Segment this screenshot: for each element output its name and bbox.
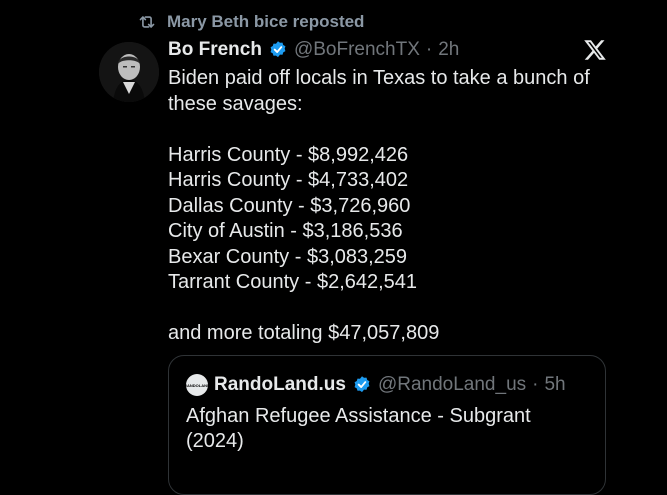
- separator-dot: ·: [425, 39, 433, 60]
- tweet-line: Harris County - $8,992,426: [168, 143, 409, 166]
- quoted-author-handle[interactable]: @RandoLand_us: [378, 374, 526, 396]
- tweet-intro: Biden paid off locals in Texas to take a…: [168, 67, 590, 115]
- author-avatar[interactable]: [99, 42, 159, 102]
- quoted-tweet-text: Afghan Refugee Assistance - Subgrant (20…: [186, 405, 531, 452]
- tweet-closing: and more totaling $47,057,809: [168, 322, 440, 344]
- tweet-header: Bo French @BoFrenchTX · 2h: [168, 39, 459, 61]
- verified-badge-icon: [352, 375, 372, 395]
- quoted-tweet-timestamp[interactable]: 5h: [544, 374, 565, 396]
- quoted-tweet-card[interactable]: RANDOLAND RandoLand.us @RandoLand_us · 5…: [168, 355, 606, 495]
- quoted-author-avatar[interactable]: RANDOLAND: [186, 374, 208, 396]
- tweet-line: Bexar County - $3,083,259: [168, 245, 408, 268]
- tweet-line: Harris County - $4,733,402: [168, 169, 409, 191]
- tweet-line: Dallas County - $3,726,960: [168, 194, 411, 217]
- repost-label: Mary Beth bice reposted: [167, 12, 365, 31]
- separator-dot: ·: [532, 374, 539, 395]
- tweet-body: Biden paid off locals in Texas to take a…: [168, 66, 608, 347]
- repost-indicator[interactable]: Mary Beth bice reposted: [137, 12, 364, 32]
- quoted-tweet-header: RANDOLAND RandoLand.us @RandoLand_us · 5…: [186, 374, 566, 396]
- x-logo-icon[interactable]: [583, 38, 607, 62]
- tweet-timestamp[interactable]: 2h: [438, 39, 459, 61]
- tweet-line: City of Austin - $3,186,536: [168, 220, 403, 242]
- verified-badge-icon: [268, 40, 288, 60]
- author-name[interactable]: Bo French: [168, 39, 262, 61]
- author-handle[interactable]: @BoFrenchTX: [294, 39, 420, 61]
- tweet-line: Tarrant County - $2,642,541: [168, 271, 418, 293]
- repost-icon: [137, 13, 157, 31]
- quoted-author-name[interactable]: RandoLand.us: [214, 374, 346, 396]
